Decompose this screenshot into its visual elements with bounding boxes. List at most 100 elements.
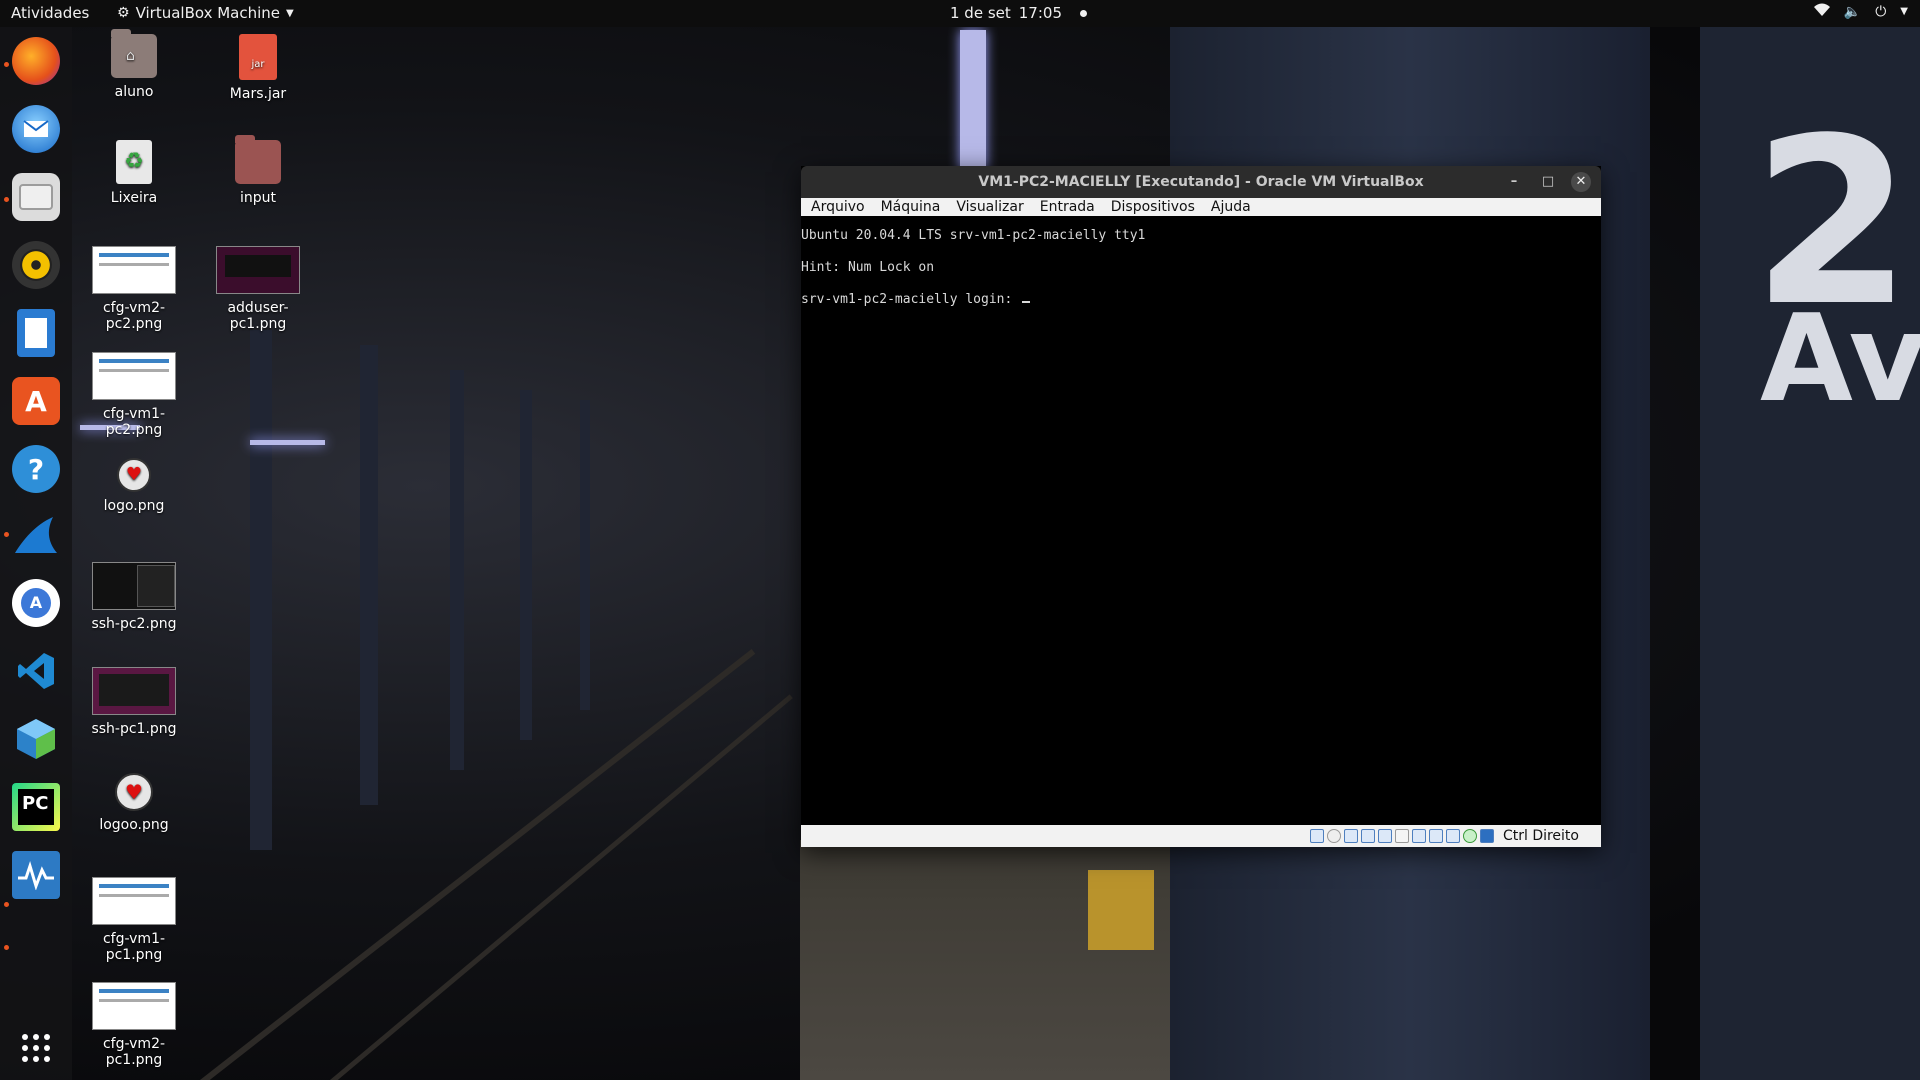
desktop-icon-label: cfg-vm1-pc1.png bbox=[102, 931, 166, 963]
running-indicator bbox=[4, 532, 9, 537]
desktop-icon-label: logo.png bbox=[103, 498, 165, 514]
shared-folders-icon[interactable] bbox=[1394, 829, 1409, 843]
desktop-icon-cfg-vm2-pc2[interactable]: cfg-vm2-pc2.png bbox=[79, 246, 189, 332]
hard-disk-icon[interactable] bbox=[1309, 829, 1324, 843]
top-bar: Atividades ⚙ VirtualBox Machine ▼ 1 de s… bbox=[0, 0, 1920, 27]
pycharm-icon[interactable]: PC bbox=[12, 783, 60, 831]
desktop-icon-adduser-pc1[interactable]: adduser-pc1.png bbox=[203, 246, 313, 332]
clock-time: 17:05 bbox=[1018, 4, 1062, 22]
console-line: Hint: Num Lock on bbox=[801, 260, 935, 275]
keyboard-capture-icon[interactable] bbox=[1479, 829, 1494, 843]
desktop-icon-cfg-vm1-pc1[interactable]: cfg-vm1-pc1.png bbox=[79, 877, 189, 963]
desktop-icon-cfg-vm1-pc2[interactable]: cfg-vm1-pc2.png bbox=[79, 352, 189, 438]
audio-icon[interactable] bbox=[1343, 829, 1358, 843]
image-logo-icon: ♥ bbox=[115, 773, 153, 811]
image-logo-icon: ♥ bbox=[117, 458, 151, 492]
desktop-icon-logoo[interactable]: ♥ logoo.png bbox=[79, 773, 189, 833]
desktop-icon-label: ssh-pc1.png bbox=[91, 721, 177, 737]
wireshark-icon[interactable] bbox=[12, 511, 60, 559]
menu-entrada[interactable]: Entrada bbox=[1040, 198, 1095, 216]
menu-bar: Arquivo Máquina Visualizar Entrada Dispo… bbox=[801, 198, 1601, 216]
desktop-icon-ssh-pc1[interactable]: ssh-pc1.png bbox=[79, 667, 189, 737]
menu-dispositivos[interactable]: Dispositivos bbox=[1111, 198, 1195, 216]
mouse-integration-icon[interactable] bbox=[1462, 829, 1477, 843]
desktop-icon-lixeira[interactable]: ♻ Lixeira bbox=[79, 140, 189, 206]
menu-arquivo[interactable]: Arquivo bbox=[811, 198, 865, 216]
image-thumbnail-icon bbox=[92, 877, 176, 925]
image-thumbnail-icon bbox=[92, 352, 176, 400]
desktop-icon-input[interactable]: input bbox=[203, 135, 313, 206]
image-thumbnail-icon bbox=[216, 246, 300, 294]
cpu-icon[interactable] bbox=[1445, 829, 1460, 843]
host-key-label: Ctrl Direito bbox=[1502, 828, 1579, 844]
rhythmbox-icon[interactable] bbox=[12, 241, 60, 289]
desktop-icon-mars-jar[interactable]: jar Mars.jar bbox=[203, 34, 313, 102]
app-menu[interactable]: ⚙ VirtualBox Machine ▼ bbox=[117, 4, 294, 22]
desktop-icon-label: cfg-vm1-pc2.png bbox=[102, 406, 166, 438]
wifi-icon bbox=[1813, 3, 1830, 20]
chevron-down-icon: ▼ bbox=[1900, 6, 1908, 17]
firefox-icon[interactable] bbox=[12, 37, 60, 85]
wallpaper-sign-text: Av bbox=[1760, 290, 1920, 429]
vm-console-screen[interactable]: Ubuntu 20.04.4 LTS srv-vm1-pc2-macielly … bbox=[801, 216, 1601, 825]
image-thumbnail-icon bbox=[92, 562, 176, 610]
network-icon[interactable] bbox=[1360, 829, 1375, 843]
system-monitor-icon[interactable] bbox=[12, 851, 60, 899]
power-icon: ⏻ bbox=[1875, 3, 1887, 20]
minimize-button[interactable]: – bbox=[1504, 172, 1524, 192]
desktop-icon-logo[interactable]: ♥ logo.png bbox=[79, 458, 189, 514]
show-apps-icon[interactable] bbox=[12, 1024, 60, 1072]
desktop-icon-cfg-vm2-pc1[interactable]: cfg-vm2-pc1.png bbox=[79, 982, 189, 1068]
ubuntu-software-icon[interactable]: A bbox=[12, 377, 60, 425]
desktop-icon-label: Mars.jar bbox=[229, 86, 287, 102]
window-title: VM1-PC2-MACIELLY [Executando] - Oracle V… bbox=[978, 174, 1424, 190]
desktop-icon-label: cfg-vm2-pc2.png bbox=[102, 300, 166, 332]
thunderbird-icon[interactable] bbox=[12, 105, 60, 153]
image-thumbnail-icon bbox=[92, 667, 176, 715]
help-icon[interactable]: ? bbox=[12, 445, 60, 493]
window-titlebar[interactable]: VM1-PC2-MACIELLY [Executando] - Oracle V… bbox=[801, 166, 1601, 198]
system-tray[interactable]: 🔈 ⏻ ▼ bbox=[1813, 3, 1908, 20]
desktop-icon-label: input bbox=[239, 190, 276, 206]
desktop-icon-label: logoo.png bbox=[99, 817, 169, 833]
home-folder-icon: ⌂ bbox=[111, 29, 157, 78]
running-indicator bbox=[4, 62, 9, 67]
menu-visualizar[interactable]: Visualizar bbox=[956, 198, 1023, 216]
menu-ajuda[interactable]: Ajuda bbox=[1211, 198, 1251, 216]
status-bar: Ctrl Direito bbox=[801, 825, 1601, 847]
desktop-icon-label: Lixeira bbox=[110, 190, 158, 206]
desktop-icon-ssh-pc2[interactable]: ssh-pc2.png bbox=[79, 562, 189, 632]
android-studio-icon[interactable]: A bbox=[12, 579, 60, 627]
virtualbox-window[interactable]: VM1-PC2-MACIELLY [Executando] - Oracle V… bbox=[801, 166, 1601, 847]
chevron-down-icon: ▼ bbox=[286, 7, 294, 19]
desktop-icon-label: ssh-pc2.png bbox=[91, 616, 177, 632]
running-indicator bbox=[4, 945, 9, 950]
optical-drive-icon[interactable] bbox=[1326, 829, 1341, 843]
clock[interactable]: 1 de set 17:05 bbox=[950, 4, 1087, 22]
dock: A ? A PC bbox=[0, 27, 72, 1080]
volume-icon: 🔈 bbox=[1843, 3, 1862, 20]
video-capture-icon[interactable] bbox=[1428, 829, 1443, 843]
console-line: srv-vm1-pc2-macielly login: bbox=[801, 292, 1021, 307]
image-thumbnail-icon bbox=[92, 246, 176, 294]
desktop-icon-aluno[interactable]: ⌂ aluno bbox=[79, 29, 189, 100]
trash-icon: ♻ bbox=[116, 140, 152, 184]
desktop-icon-label: cfg-vm2-pc1.png bbox=[102, 1036, 166, 1068]
image-thumbnail-icon bbox=[92, 982, 176, 1030]
activities-button[interactable]: Atividades bbox=[11, 4, 89, 22]
files-icon[interactable] bbox=[12, 173, 60, 221]
vscode-icon[interactable] bbox=[12, 647, 60, 695]
console-line: Ubuntu 20.04.4 LTS srv-vm1-pc2-macielly … bbox=[801, 228, 1146, 243]
text-cursor bbox=[1022, 301, 1031, 303]
running-indicator bbox=[4, 902, 9, 907]
libreoffice-writer-icon[interactable] bbox=[17, 309, 55, 357]
virtualbox-icon[interactable] bbox=[12, 715, 60, 763]
menu-maquina[interactable]: Máquina bbox=[881, 198, 941, 216]
usb-icon[interactable] bbox=[1377, 829, 1392, 843]
clock-date: 1 de set bbox=[950, 4, 1011, 22]
virtualbox-menu-icon: ⚙ bbox=[117, 5, 130, 21]
close-button[interactable]: ✕ bbox=[1571, 172, 1591, 192]
maximize-button[interactable]: □ bbox=[1538, 172, 1558, 192]
display-icon[interactable] bbox=[1411, 829, 1426, 843]
jar-file-icon: jar bbox=[239, 34, 277, 80]
